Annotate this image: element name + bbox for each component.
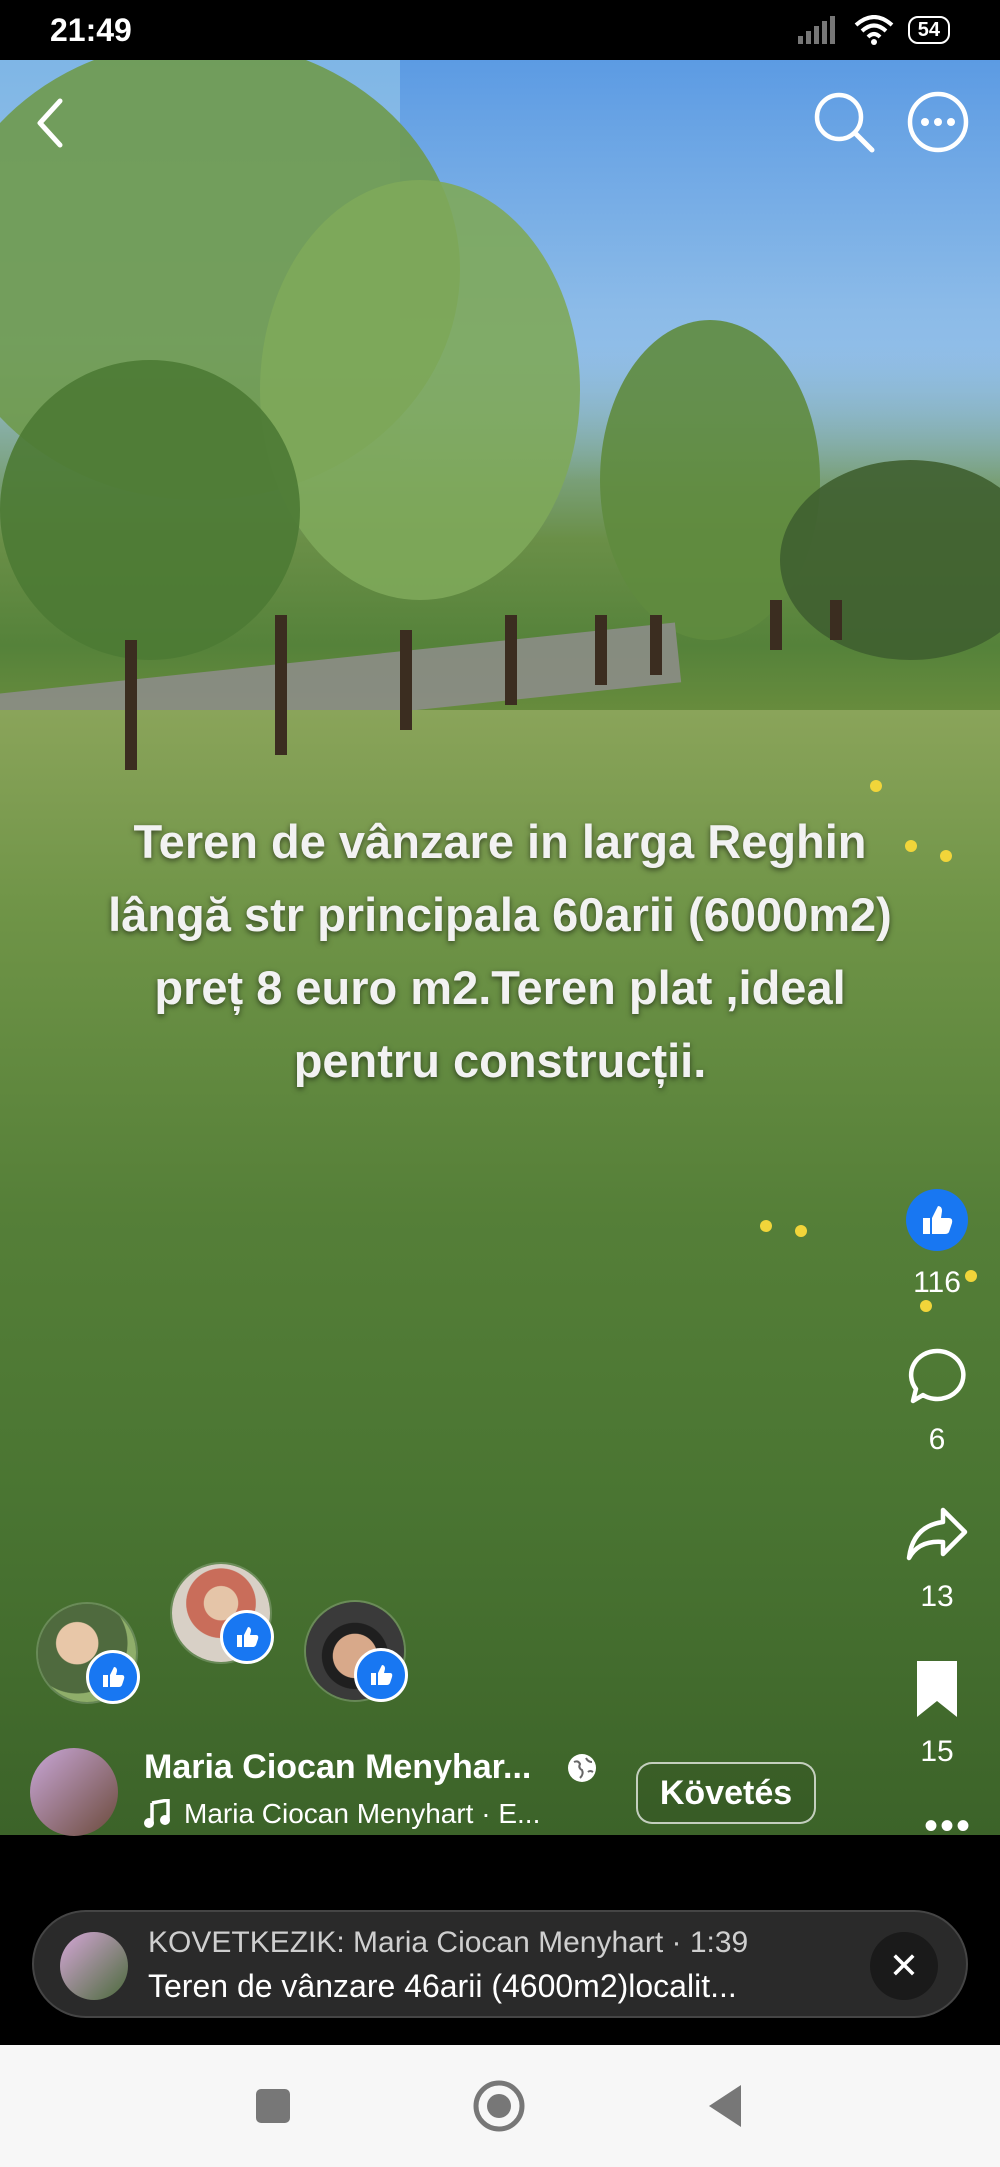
system-nav-bar — [0, 2045, 1000, 2167]
recents-button[interactable] — [254, 2087, 292, 2130]
search-icon — [814, 92, 875, 153]
music-label: Maria Ciocan Menyhart · E... — [184, 1798, 541, 1829]
follow-button[interactable]: Követés — [636, 1762, 816, 1824]
more-options-button[interactable] — [906, 90, 970, 159]
comment-action[interactable]: 6 — [892, 1345, 982, 1457]
status-icons: 54 — [796, 15, 950, 45]
next-up-title: Teren de vânzare 46arii (4600m2)localit.… — [148, 1968, 737, 2004]
battery-indicator: 54 — [907, 16, 950, 44]
status-time: 21:49 — [50, 11, 132, 48]
author-row: Maria Ciocan Menyhar... Maria Ciocan Men… — [30, 1748, 980, 1838]
tree — [0, 360, 300, 660]
next-up-bar[interactable]: KOVETKEZIK: Maria Ciocan Menyhart · 1:39… — [32, 1910, 968, 2018]
wifi-icon — [854, 15, 894, 45]
author-name[interactable]: Maria Ciocan Menyhar... — [144, 1748, 531, 1787]
caption-line: preț 8 euro m2.Teren plat ,ideal — [154, 961, 846, 1014]
like-badge-icon — [86, 1650, 140, 1704]
status-bar: 21:49 54 — [0, 0, 1000, 60]
author-avatar[interactable] — [30, 1748, 118, 1836]
fence-post — [830, 600, 842, 640]
comment-count: 6 — [928, 1423, 946, 1456]
video-caption: Teren de vânzare in larga Reghin lângă s… — [0, 805, 1000, 1097]
like-badge-icon — [354, 1648, 408, 1702]
next-up-avatar — [60, 1932, 128, 2000]
home-button[interactable] — [472, 2079, 526, 2138]
caption-line: pentru construcții. — [293, 1034, 707, 1087]
close-button[interactable]: ✕ — [870, 1932, 938, 2000]
like-action[interactable]: 116 — [892, 1188, 982, 1300]
tree — [260, 180, 580, 600]
next-up-label: KOVETKEZIK: Maria Ciocan Menyhart · 1:39 — [148, 1926, 749, 1959]
share-action[interactable]: 13 — [892, 1502, 982, 1614]
like-badge-icon — [220, 1610, 274, 1664]
back-icon — [37, 98, 63, 148]
share-icon — [906, 1507, 968, 1561]
comment-icon — [908, 1348, 966, 1404]
like-icon — [906, 1189, 968, 1251]
like-count: 116 — [913, 1266, 961, 1299]
home-nav-icon — [473, 2080, 525, 2132]
music-row[interactable]: Maria Ciocan Menyhart · E... — [144, 1798, 540, 1830]
flower — [795, 1225, 807, 1237]
bookmark-icon — [917, 1661, 957, 1717]
fence-post — [595, 615, 607, 685]
music-icon — [144, 1799, 170, 1828]
search-button[interactable] — [812, 90, 876, 159]
square-nav-icon — [256, 2089, 290, 2123]
fence-post — [650, 615, 662, 675]
more-icon — [907, 91, 969, 153]
flower — [760, 1220, 772, 1232]
fence-post — [400, 630, 412, 730]
fence-post — [505, 615, 517, 705]
fence-post — [770, 600, 782, 650]
flower — [920, 1300, 932, 1312]
fence-post — [275, 615, 287, 755]
globe-icon — [566, 1752, 598, 1789]
more-dots-icon[interactable]: ••• — [924, 1806, 972, 1846]
caption-line: lângă str principala 60arii (6000m2) — [108, 888, 892, 941]
share-count: 13 — [920, 1580, 954, 1613]
fence-post — [125, 640, 137, 770]
back-button[interactable] — [30, 95, 70, 156]
back-nav-button[interactable] — [705, 2083, 745, 2134]
close-icon: ✕ — [888, 1945, 920, 1986]
caption-line: Teren de vânzare in larga Reghin — [133, 815, 867, 868]
signal-icon — [797, 16, 835, 44]
flower — [870, 780, 882, 792]
back-nav-icon — [709, 2085, 741, 2127]
